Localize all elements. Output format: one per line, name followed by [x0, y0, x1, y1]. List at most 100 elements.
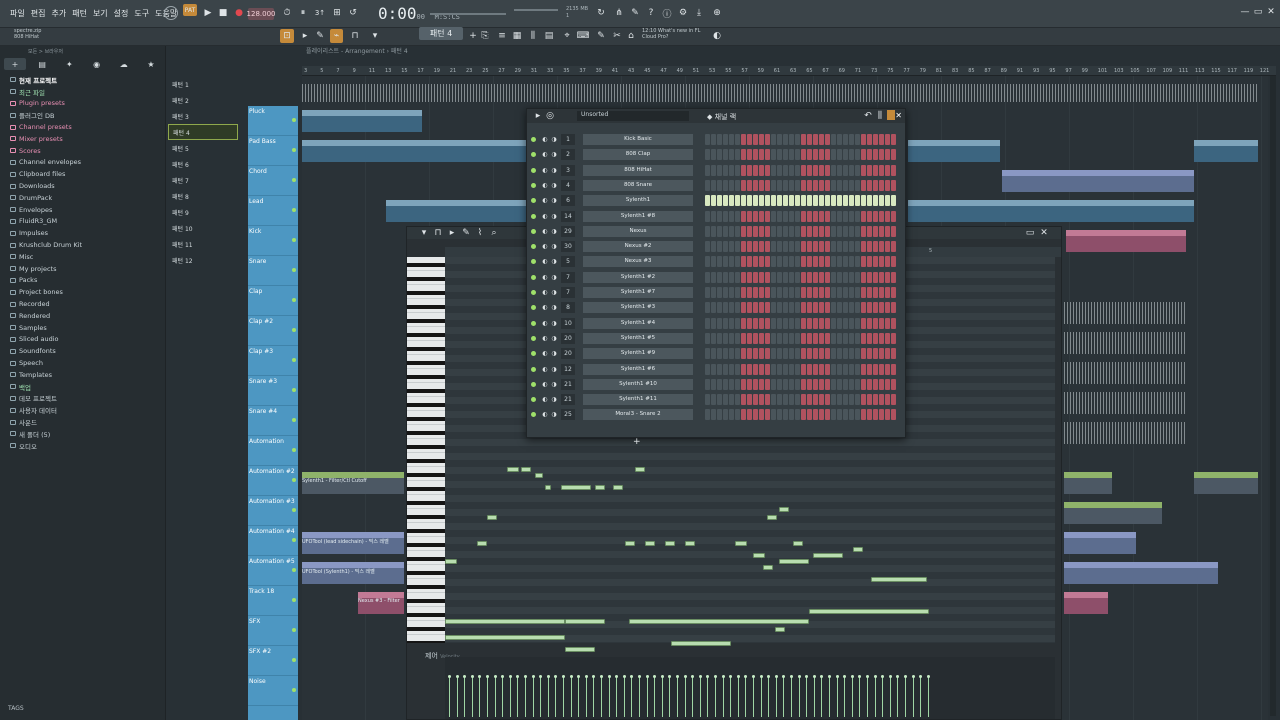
step-button[interactable] [807, 164, 812, 176]
pan-knob-icon[interactable]: ◐ [541, 348, 549, 359]
playlist-clip[interactable]: Nexus #3 - Filter [358, 592, 404, 614]
browser-item[interactable]: Plugin presets [10, 98, 160, 110]
step-button[interactable] [867, 256, 872, 268]
step-button[interactable] [735, 134, 740, 145]
step-button[interactable] [819, 134, 824, 145]
step-button[interactable] [837, 363, 842, 375]
browser-item[interactable]: Soundfonts [10, 345, 160, 357]
step-button[interactable] [891, 195, 896, 207]
step-button[interactable] [723, 332, 728, 344]
step-button[interactable] [747, 179, 752, 191]
menu-item[interactable]: 파일 [10, 8, 25, 19]
track-mute-led[interactable] [292, 418, 296, 422]
step-button[interactable] [837, 378, 842, 390]
step-button[interactable] [717, 164, 722, 176]
midi-note[interactable] [853, 547, 863, 552]
step-button[interactable] [777, 179, 782, 191]
step-button[interactable] [723, 271, 728, 283]
step-button[interactable] [861, 332, 866, 344]
step-button[interactable] [705, 378, 710, 390]
rack-graph-icon[interactable]: ⫼ [875, 110, 885, 122]
mixer-track-number[interactable]: 12 [561, 363, 575, 375]
add-pattern-icon[interactable]: + [468, 30, 478, 42]
midi-note[interactable] [561, 485, 591, 490]
step-button[interactable] [813, 363, 818, 375]
step-button[interactable] [855, 332, 860, 344]
step-button[interactable] [849, 348, 854, 360]
reset-icon[interactable]: ✂ [612, 30, 622, 42]
step-button[interactable] [873, 378, 878, 390]
browser-tab-plugins[interactable]: ✦ [58, 58, 80, 70]
step-button[interactable] [807, 302, 812, 314]
step-button[interactable] [741, 134, 746, 145]
velocity-bar[interactable] [622, 675, 626, 717]
step-button[interactable] [765, 332, 770, 344]
clone-pattern-icon[interactable]: ⎘ [480, 30, 490, 42]
step-button[interactable] [873, 225, 878, 237]
pattern-item[interactable]: 패턴 5 [168, 140, 238, 156]
step-button[interactable] [819, 256, 824, 268]
velocity-bar[interactable] [615, 675, 619, 717]
step-button[interactable] [885, 241, 890, 253]
browser-item[interactable]: Packs [10, 275, 160, 287]
step-button[interactable] [801, 241, 806, 253]
step-button[interactable] [753, 271, 758, 283]
step-button[interactable] [723, 241, 728, 253]
rack-undo-icon[interactable]: ↶ [863, 110, 873, 122]
step-button[interactable] [879, 271, 884, 283]
browser-item[interactable]: Sliced audio [10, 334, 160, 346]
pattern-item[interactable]: 패턴 8 [168, 188, 238, 204]
step-button[interactable] [843, 225, 848, 237]
step-button[interactable] [735, 287, 740, 298]
midi-note[interactable] [565, 647, 595, 652]
step-button[interactable] [735, 348, 740, 360]
tools-icon[interactable]: ✎ [630, 7, 640, 19]
step-button[interactable] [801, 195, 806, 207]
step-button[interactable] [813, 287, 818, 298]
step-button[interactable] [795, 179, 800, 191]
step-button[interactable] [783, 225, 788, 237]
pan-knob-icon[interactable]: ◐ [541, 394, 549, 405]
step-button[interactable] [711, 363, 716, 375]
pan-knob-icon[interactable]: ◐ [541, 134, 549, 145]
step-button[interactable] [801, 363, 806, 375]
step-button[interactable] [771, 317, 776, 329]
browser-tab-files[interactable]: ▤ [31, 58, 53, 70]
pattern-song-toggle-icon[interactable] [164, 6, 178, 20]
midi-note[interactable] [595, 485, 605, 490]
step-button[interactable] [777, 225, 782, 237]
step-button[interactable] [765, 394, 770, 406]
step-button[interactable] [735, 271, 740, 283]
step-button[interactable] [807, 179, 812, 191]
step-button[interactable] [777, 195, 782, 207]
step-button[interactable] [759, 179, 764, 191]
midi-note[interactable] [809, 609, 929, 614]
step-button[interactable] [825, 164, 830, 176]
mixer-window-icon[interactable]: ≡ [497, 30, 507, 42]
step-button[interactable] [705, 394, 710, 406]
pattern-item[interactable]: 패턴 11 [168, 236, 238, 252]
stop-icon[interactable]: ■ [218, 7, 228, 19]
step-button[interactable] [879, 332, 884, 344]
step-button[interactable] [765, 287, 770, 298]
step-button[interactable] [729, 287, 734, 298]
metronome-icon[interactable]: ⏱ [282, 7, 292, 19]
step-button[interactable] [759, 225, 764, 237]
step-button[interactable] [885, 195, 890, 207]
step-button[interactable] [873, 256, 878, 268]
midi-note[interactable] [645, 541, 655, 546]
channel-mute-led[interactable] [531, 397, 536, 403]
pattern-item[interactable]: 패턴 12 [168, 252, 238, 268]
track-mute-led[interactable] [292, 598, 296, 602]
midi-note[interactable] [763, 565, 773, 570]
step-button[interactable] [831, 302, 836, 314]
step-button[interactable] [753, 363, 758, 375]
browser-item[interactable]: Downloads [10, 180, 160, 192]
step-button[interactable] [807, 256, 812, 268]
playlist-clip[interactable]: UFOTool (lead sidechain) - 믹스 레벨 [302, 532, 404, 554]
step-button[interactable] [813, 394, 818, 406]
step-button[interactable] [759, 287, 764, 298]
step-button[interactable] [855, 409, 860, 421]
play-icon[interactable]: ▸ [447, 227, 457, 239]
pattern-item[interactable]: 패턴 9 [168, 204, 238, 220]
